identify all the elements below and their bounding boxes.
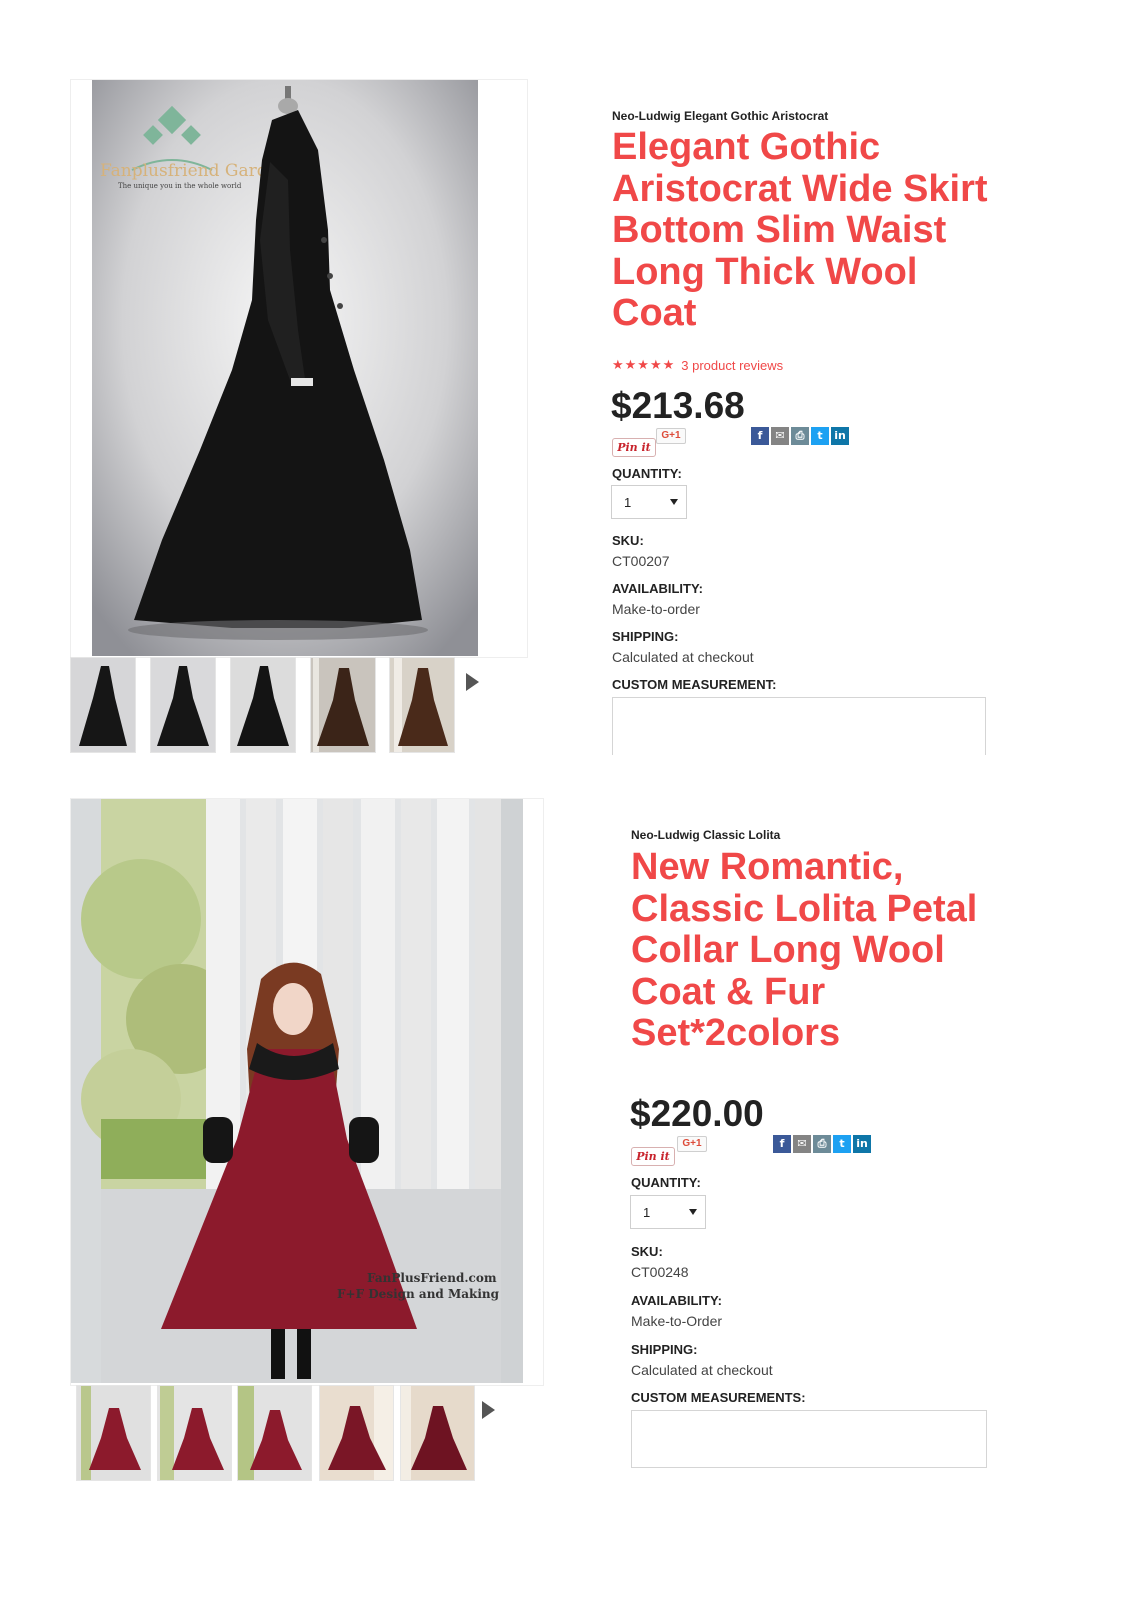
product-2-availability-label: AVAILABILITY: [631,1293,722,1308]
facebook-icon[interactable]: f [773,1135,791,1153]
product-1-sku-label: SKU: [612,533,644,548]
email-icon[interactable]: ✉ [771,427,789,445]
product-1-share-bar: f ✉ ⎙ t in [751,427,849,445]
chevron-down-icon [689,1209,697,1215]
product-2-thumbnail-5[interactable] [400,1385,475,1481]
product-1-rating[interactable]: ★★★★★ 3 product reviews [612,357,783,373]
print-icon[interactable]: ⎙ [791,427,809,445]
linkedin-icon[interactable]: in [853,1135,871,1153]
product-2-availability: Make-to-Order [631,1313,723,1329]
watermark-site: FanPlusFriend.com [367,1271,497,1285]
product-1-title: Elegant Gothic Aristocrat Wide Skirt Bot… [612,126,988,334]
product-2-custom-measurements-input[interactable] [631,1410,987,1468]
product-1-availability-label: AVAILABILITY: [612,581,703,596]
product-2-main-image[interactable]: FanPlusFriend.com F+F Design and Making [71,799,523,1383]
product-2-thumbnail-1[interactable] [76,1385,151,1481]
product-2-custom-measurements-label: CUSTOM MEASUREMENTS: [631,1390,806,1405]
product-2-thumbnail-4[interactable] [319,1385,394,1481]
watermark-tagline: The unique you in the whole world [118,182,242,190]
product-1-thumbnail-4[interactable] [310,657,376,753]
product-2-title: New Romantic, Classic Lolita Petal Colla… [631,846,978,1054]
product-1-quantity-label: QUANTITY: [612,466,682,481]
product-1-custom-measurement-input[interactable] [612,697,986,755]
product-1-quantity-select[interactable]: 1 [611,485,687,519]
product-2-quantity-select[interactable]: 1 [630,1195,706,1229]
product-2-brand: Neo-Ludwig Classic Lolita [631,828,781,842]
product-2-thumbnails-next-arrow[interactable] [482,1401,495,1419]
star-rating-icon: ★★★★★ [612,357,676,372]
product-2-price: $220.00 [630,1093,764,1134]
watermark-design: F+F Design and Making [337,1287,500,1301]
facebook-icon[interactable]: f [751,427,769,445]
product-2-shipping: Calculated at checkout [631,1362,773,1378]
product-2-share-bar: f ✉ ⎙ t in [773,1135,871,1153]
product-2-thumbnail-3[interactable] [237,1385,312,1481]
google-plus-button[interactable]: G+1 [656,428,686,444]
pinterest-pin-button[interactable]: Pin it [631,1147,675,1166]
print-icon[interactable]: ⎙ [813,1135,831,1153]
product-1-sku: CT00207 [612,553,670,569]
product-2-quantity-label: QUANTITY: [631,1175,701,1190]
product-1-thumbnails-next-arrow[interactable] [466,673,479,691]
linkedin-icon[interactable]: in [831,427,849,445]
twitter-icon[interactable]: t [811,427,829,445]
product-1-shipping: Calculated at checkout [612,649,754,665]
product-1-thumbnail-5[interactable] [389,657,455,753]
product-1-shipping-label: SHIPPING: [612,629,679,644]
product-1-price: $213.68 [611,385,745,426]
product-1-availability: Make-to-order [612,601,700,617]
chevron-down-icon [670,499,678,505]
pinterest-pin-button[interactable]: Pin it [612,438,656,457]
google-plus-button[interactable]: G+1 [677,1136,707,1152]
product-2-thumbnail-2[interactable] [157,1385,232,1481]
product-1-custom-measurement-label: CUSTOM MEASUREMENT: [612,677,777,692]
product-1-thumbnail-1[interactable] [70,657,136,753]
twitter-icon[interactable]: t [833,1135,851,1153]
email-icon[interactable]: ✉ [793,1135,811,1153]
product-1-thumbnail-2[interactable] [150,657,216,753]
product-2-shipping-label: SHIPPING: [631,1342,698,1357]
product-1-main-image[interactable]: Fanplusfriend Garden The unique you in t… [92,80,478,656]
product-1-brand: Neo-Ludwig Elegant Gothic Aristocrat [612,109,829,123]
product-1-reviews-link[interactable]: 3 product reviews [681,358,783,373]
product-2-sku: CT00248 [631,1264,689,1280]
product-1-thumbnail-3[interactable] [230,657,296,753]
product-2-sku-label: SKU: [631,1244,663,1259]
